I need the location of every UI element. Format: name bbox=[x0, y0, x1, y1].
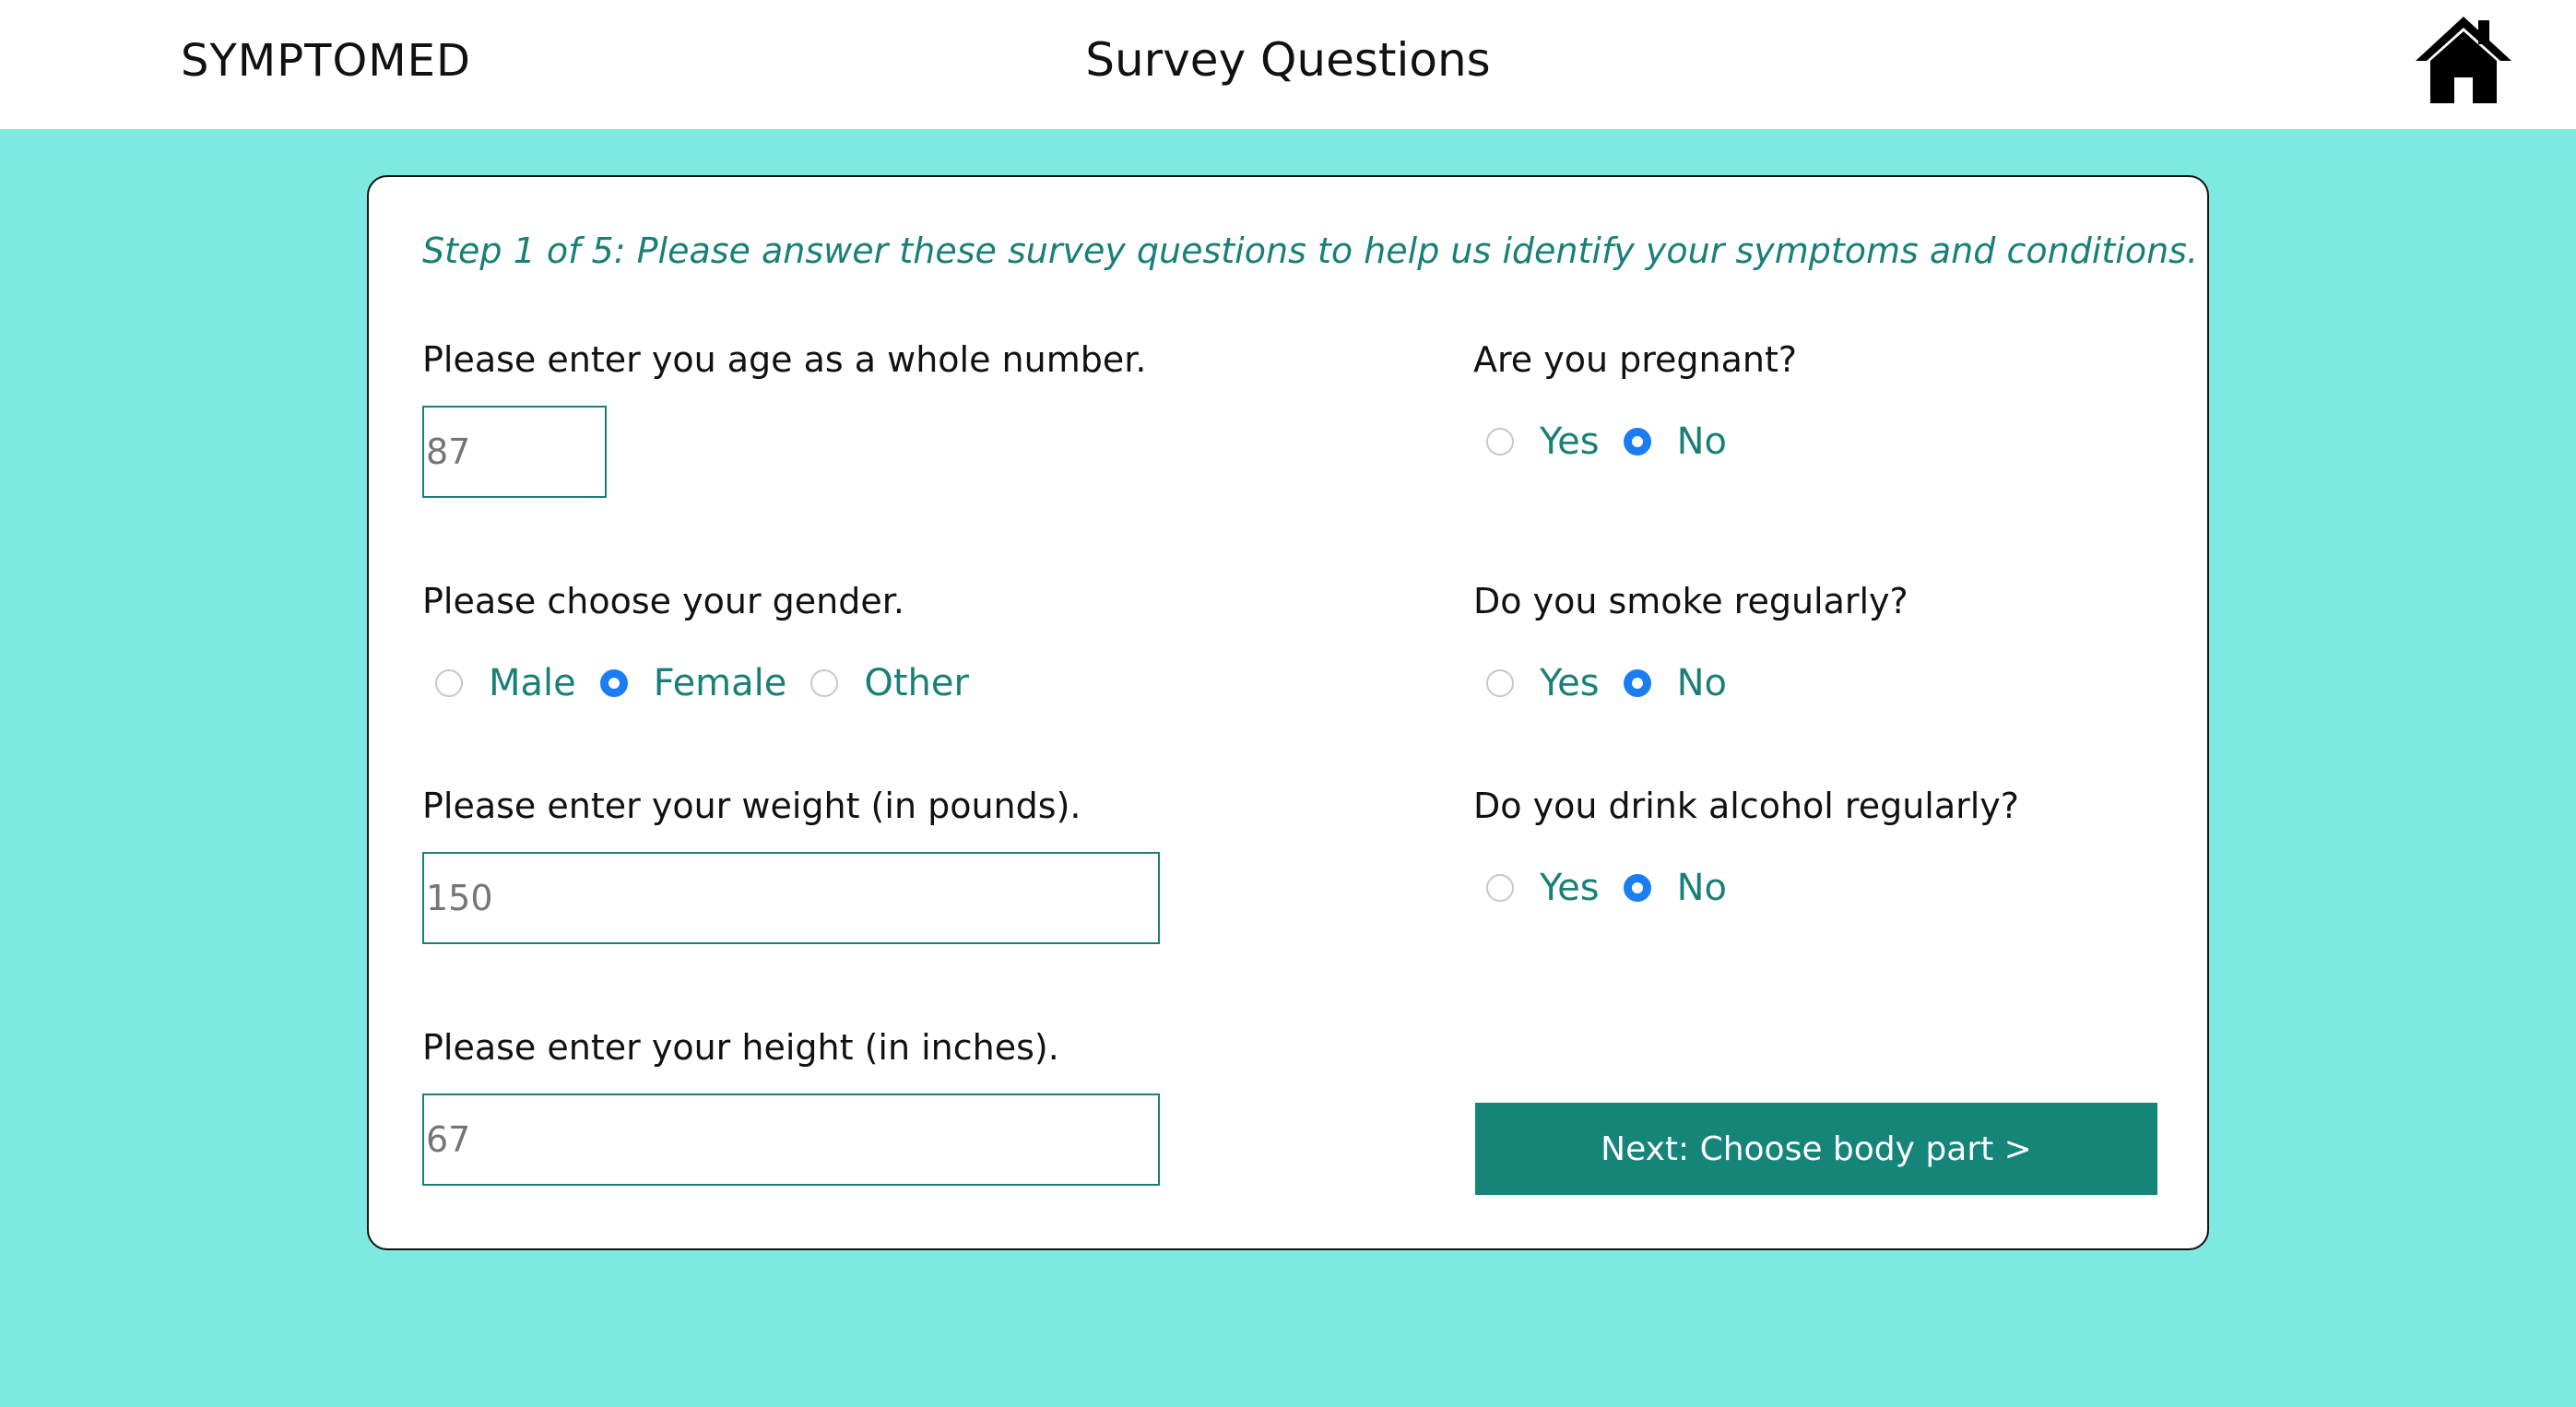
alcohol-no-label[interactable]: No bbox=[1677, 867, 1727, 909]
gender-male-radio[interactable] bbox=[435, 669, 463, 697]
weight-question: Please enter your weight (in pounds). bbox=[422, 786, 1081, 826]
gender-other-radio[interactable] bbox=[810, 669, 839, 697]
step-instructions: Step 1 of 5: Please answer these survey … bbox=[422, 231, 2199, 271]
pregnant-question: Are you pregnant? bbox=[1473, 339, 1798, 380]
alcohol-no-radio[interactable] bbox=[1623, 874, 1651, 902]
pregnant-yes-label[interactable]: Yes bbox=[1540, 420, 1600, 463]
survey-card: Step 1 of 5: Please answer these survey … bbox=[367, 175, 2209, 1250]
pregnant-radio-group: Yes No bbox=[1486, 420, 1751, 463]
smoke-no-radio[interactable] bbox=[1623, 669, 1651, 697]
weight-input[interactable] bbox=[422, 852, 1160, 944]
alcohol-yes-label[interactable]: Yes bbox=[1540, 867, 1600, 909]
smoke-radio-group: Yes No bbox=[1486, 662, 1751, 704]
top-bar: SYMPTOMED Survey Questions bbox=[0, 0, 2576, 129]
home-icon[interactable] bbox=[2412, 13, 2515, 105]
pregnant-no-radio[interactable] bbox=[1623, 428, 1651, 455]
pregnant-no-label[interactable]: No bbox=[1677, 420, 1727, 463]
next-choose-body-part-button[interactable]: Next: Choose body part > bbox=[1475, 1103, 2157, 1195]
smoke-yes-label[interactable]: Yes bbox=[1540, 662, 1600, 704]
smoke-question: Do you smoke regularly? bbox=[1473, 581, 1908, 621]
height-input[interactable] bbox=[422, 1094, 1160, 1186]
page-title: Survey Questions bbox=[1085, 33, 1491, 87]
alcohol-yes-radio[interactable] bbox=[1486, 874, 1514, 902]
gender-other-label[interactable]: Other bbox=[864, 662, 969, 704]
smoke-no-label[interactable]: No bbox=[1677, 662, 1727, 704]
gender-female-radio[interactable] bbox=[599, 669, 628, 697]
gender-male-label[interactable]: Male bbox=[489, 662, 576, 704]
pregnant-yes-radio[interactable] bbox=[1486, 428, 1514, 455]
height-question: Please enter your height (in inches). bbox=[422, 1027, 1059, 1068]
smoke-yes-radio[interactable] bbox=[1486, 669, 1514, 697]
age-question: Please enter you age as a whole number. bbox=[422, 339, 1147, 380]
gender-radio-group: Male Female Other bbox=[435, 662, 993, 704]
gender-question: Please choose your gender. bbox=[422, 581, 904, 621]
gender-female-label[interactable]: Female bbox=[654, 662, 787, 704]
alcohol-question: Do you drink alcohol regularly? bbox=[1473, 786, 2019, 826]
alcohol-radio-group: Yes No bbox=[1486, 867, 1751, 909]
age-input[interactable] bbox=[422, 406, 607, 498]
